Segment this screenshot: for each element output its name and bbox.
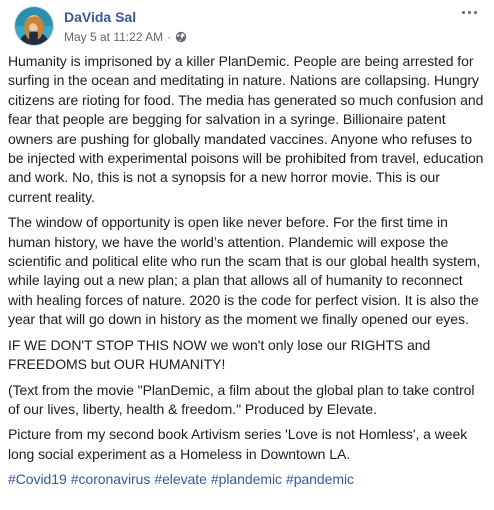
post-body: Humanity is imprisoned by a killer PlanD… — [8, 52, 486, 490]
post-paragraph: The window of opportunity is open like n… — [8, 214, 481, 328]
hashtag-list: #Covid19 #coronavirus #elevate #plandemic #p… — [8, 470, 486, 489]
post-header: DaVida Sal May 5 at 11:22 AM · — [8, 0, 486, 52]
author-name[interactable]: DaVida Sal — [64, 9, 136, 25]
post-timestamp[interactable]: May 5 at 11:22 AM — [64, 30, 163, 44]
post-paragraph: Picture from my second book Artivism ser… — [8, 426, 468, 462]
hashtag-link[interactable]: #elevate — [154, 471, 207, 487]
meta-separator: · — [167, 30, 172, 44]
hashtag-link[interactable]: #coronavirus — [71, 471, 151, 487]
hashtag-link[interactable]: #plandemic — [211, 471, 282, 487]
globe-icon[interactable] — [175, 31, 187, 43]
more-horizontal-icon-dot — [467, 10, 471, 14]
avatar[interactable] — [14, 6, 54, 46]
post-paragraph: IF WE DON'T STOP THIS NOW we won't only … — [8, 336, 431, 373]
facebook-post: DaVida Sal May 5 at 11:22 AM · Humanity … — [0, 0, 494, 510]
post-paragraph: Humanity is imprisoned by a killer PlanD… — [8, 53, 484, 205]
hashtag-link[interactable]: #Covid19 — [8, 471, 67, 487]
post-meta: May 5 at 11:22 AM · — [64, 30, 187, 44]
post-paragraph: (Text from the movie "PlanDemic, a film … — [8, 381, 475, 417]
more-horizontal-icon — [461, 10, 465, 14]
avatar-image — [15, 7, 53, 45]
more-options-button[interactable] — [456, 4, 482, 20]
more-horizontal-icon-dot — [473, 10, 477, 14]
hashtag-link[interactable]: #pandemic — [286, 471, 354, 487]
